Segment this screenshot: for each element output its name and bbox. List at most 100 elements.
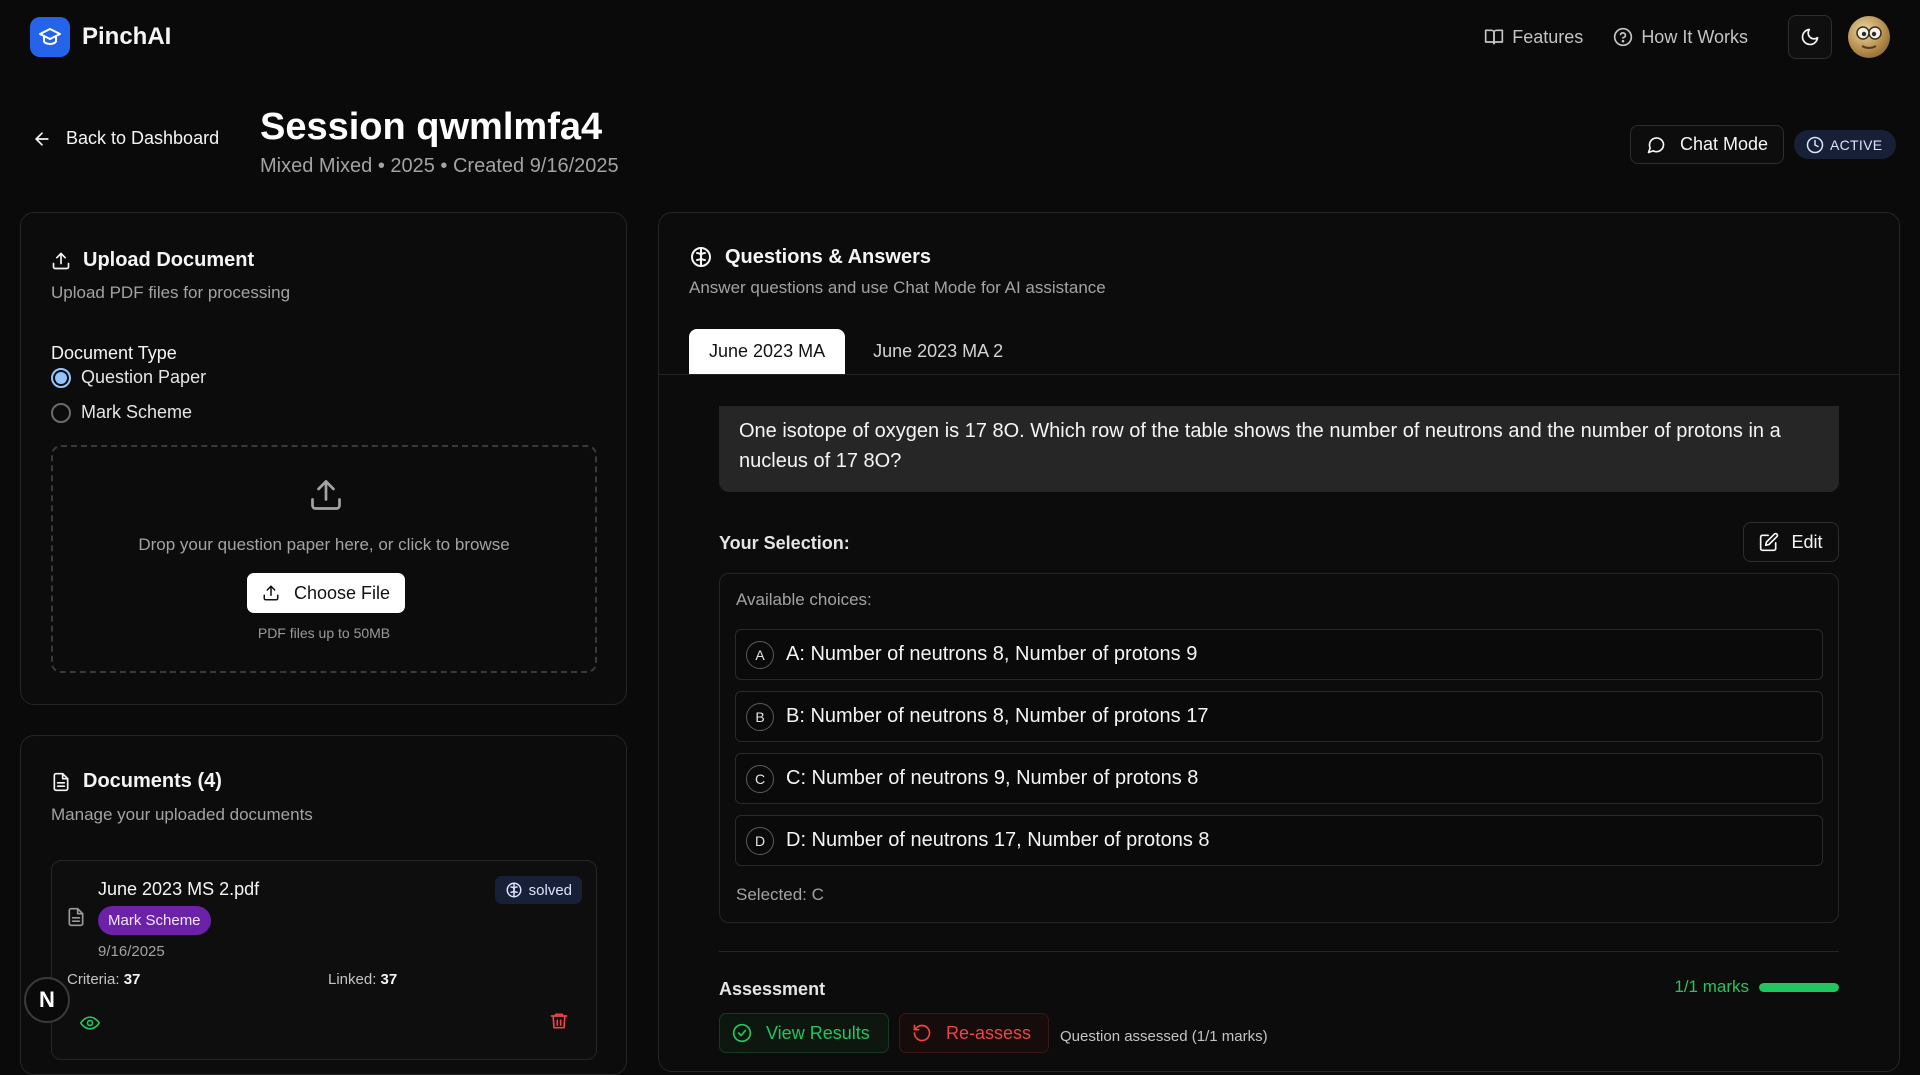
choice-letter: B <box>746 702 774 731</box>
solved-badge: solved <box>494 876 582 904</box>
eye-icon[interactable] <box>80 1013 100 1033</box>
chat-mode-button[interactable]: Chat Mode <box>1630 125 1784 164</box>
back-to-dashboard-link[interactable]: Back to Dashboard <box>32 128 219 149</box>
available-choices-label: Available choices: <box>736 590 872 609</box>
nav-features-link[interactable]: Features <box>1484 27 1583 48</box>
brain-icon <box>505 881 523 899</box>
qa-card-title: Questions & Answers <box>689 245 931 269</box>
radio-indicator[interactable] <box>51 402 71 423</box>
document-name: June 2023 MS 2.pdf <box>98 879 260 899</box>
marks-progress-bar <box>1759 982 1839 992</box>
selected-choice-text: Selected: C <box>736 885 824 904</box>
brain-icon <box>689 245 713 269</box>
question-text: One isotope of oxygen is 17 8O. Which ro… <box>719 406 1839 492</box>
choice-d[interactable]: D D: Number of neutrons 17, Number of pr… <box>735 815 1823 866</box>
floating-n-badge[interactable]: N <box>24 977 70 1023</box>
choice-letter: C <box>746 764 774 793</box>
nav-how-it-works-label: How It Works <box>1641 26 1748 47</box>
choice-text: C: Number of neutrons 9, Number of proto… <box>786 767 1199 789</box>
brand[interactable]: PinchAI <box>30 17 171 57</box>
marks-progress-fill <box>1759 982 1839 992</box>
user-avatar[interactable] <box>1848 16 1890 58</box>
status-label: ACTIVE <box>1830 136 1883 153</box>
drop-zone-text: Drop your question paper here, or click … <box>138 535 510 554</box>
your-selection-label: Your Selection: <box>719 533 850 553</box>
drop-zone-hint: PDF files up to 50MB <box>257 625 391 641</box>
criteria-value: 37 <box>123 971 141 988</box>
view-results-button[interactable]: View Results <box>719 1013 889 1053</box>
assessment-divider <box>719 951 1839 952</box>
linked-label: Linked: <box>328 971 377 988</box>
chat-mode-label: Chat Mode <box>1679 134 1769 154</box>
rotate-ccw-icon <box>912 1023 932 1043</box>
brand-name: PinchAI <box>82 23 172 50</box>
clock-icon <box>1806 136 1824 154</box>
choice-c[interactable]: C C: Number of neutrons 9, Number of pro… <box>735 753 1823 804</box>
upload-card: Upload Document Upload PDF files for pro… <box>20 212 627 705</box>
status-badge: ACTIVE <box>1794 130 1897 159</box>
documents-card-title: Documents (4) <box>51 770 222 793</box>
criteria-count: Criteria: 37 <box>67 971 140 988</box>
top-navbar: PinchAI Features How It Works <box>0 0 1920 74</box>
moon-icon <box>1800 27 1820 47</box>
documents-card: Documents (4) Manage your uploaded docum… <box>20 735 627 1075</box>
questions-answers-card: Questions & Answers Answer questions and… <box>658 212 1900 1072</box>
marks-indicator: 1/1 marks <box>1669 977 1839 997</box>
radio-question-paper-label: Question Paper <box>81 367 207 387</box>
graduation-cap-icon <box>30 17 70 57</box>
theme-toggle-button[interactable] <box>1788 15 1832 59</box>
choice-text: A: Number of neutrons 8, Number of proto… <box>786 643 1198 665</box>
nav-how-it-works-link[interactable]: How It Works <box>1613 27 1748 48</box>
upload-cloud-icon <box>308 477 344 513</box>
document-type-label: Document Type <box>51 343 177 363</box>
choice-text: B: Number of neutrons 8, Number of proto… <box>786 705 1209 727</box>
nav-features-label: Features <box>1512 26 1584 47</box>
upload-icon <box>262 584 280 602</box>
radio-indicator-checked[interactable] <box>51 367 71 388</box>
choices-panel: Available choices: A A: Number of neutro… <box>719 573 1839 923</box>
choice-a[interactable]: A A: Number of neutrons 8, Number of pro… <box>735 629 1823 680</box>
question-paper-tabs: June 2023 MA June 2023 MA 2 <box>689 329 1031 374</box>
help-circle-icon <box>1613 27 1633 47</box>
file-icon <box>66 907 86 927</box>
edit-button[interactable]: Edit <box>1743 522 1839 562</box>
document-date: 9/16/2025 <box>98 943 165 960</box>
mark-scheme-tag: Mark Scheme <box>98 906 211 935</box>
radio-mark-scheme[interactable]: Mark Scheme <box>51 402 192 423</box>
criteria-label: Criteria: <box>67 971 120 988</box>
session-subtitle: Mixed Mixed • 2025 • Created 9/16/2025 <box>260 155 619 177</box>
tab-june-2023-ma[interactable]: June 2023 MA <box>689 329 846 374</box>
file-drop-zone[interactable]: Drop your question paper here, or click … <box>51 445 597 673</box>
marks-text: 1/1 marks <box>1674 977 1749 996</box>
reassess-button[interactable]: Re-assess <box>899 1013 1049 1053</box>
back-label: Back to Dashboard <box>66 128 220 148</box>
edit-icon <box>1759 532 1779 552</box>
choose-file-label: Choose File <box>293 582 391 603</box>
choice-b[interactable]: B B: Number of neutrons 8, Number of pro… <box>735 691 1823 742</box>
document-item[interactable]: June 2023 MS 2.pdf solved Mark Scheme 9/… <box>51 860 597 1060</box>
tabs-divider <box>659 374 1899 375</box>
upload-icon <box>51 251 71 271</box>
upload-title-text: Upload Document <box>83 249 255 271</box>
upload-card-title: Upload Document <box>51 249 254 272</box>
book-icon <box>1484 27 1504 47</box>
view-results-label: View Results <box>766 1022 870 1043</box>
qa-title-text: Questions & Answers <box>725 245 931 268</box>
assessment-label: Assessment <box>719 979 826 999</box>
documents-description: Manage your uploaded documents <box>51 805 313 824</box>
message-circle-icon <box>1646 135 1666 155</box>
upload-description: Upload PDF files for processing <box>51 283 291 302</box>
radio-mark-scheme-label: Mark Scheme <box>81 402 193 422</box>
choose-file-button[interactable]: Choose File <box>247 573 405 613</box>
radio-question-paper[interactable]: Question Paper <box>51 367 206 388</box>
choice-letter: A <box>746 640 774 669</box>
documents-title-text: Documents (4) <box>83 770 222 792</box>
solved-label: solved <box>528 881 572 899</box>
qa-description: Answer questions and use Chat Mode for A… <box>689 278 1106 297</box>
assessment-status-text: Question assessed (1/1 marks) <box>1060 1028 1268 1045</box>
tab-june-2023-ma-2[interactable]: June 2023 MA 2 <box>853 329 1023 374</box>
page-title: Session qwmlmfa4 <box>260 106 603 148</box>
trash-icon[interactable] <box>549 1011 569 1031</box>
edit-label: Edit <box>1791 531 1823 552</box>
linked-count: Linked: 37 <box>328 971 397 988</box>
